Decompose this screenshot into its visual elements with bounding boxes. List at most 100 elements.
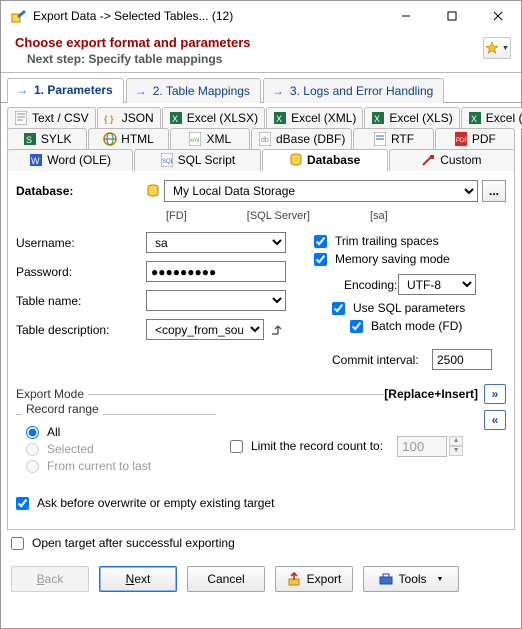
html-icon (103, 132, 117, 146)
export-mode-title: Export Mode (16, 387, 84, 401)
svg-text:xml: xml (190, 138, 199, 144)
format-tab-dbase[interactable]: db dBase (DBF) (251, 128, 352, 150)
wizard-tab-label: 3. Logs and Error Handling (290, 84, 433, 98)
format-tab-xml[interactable]: xml XML (170, 128, 250, 150)
database-icon (289, 153, 303, 167)
checkbox-label: Limit the record count to: (251, 439, 383, 453)
spinner: ▲ ▼ (449, 436, 463, 456)
arrow-right-icon: → (16, 83, 28, 97)
db-driver-label: [FD] (166, 210, 187, 222)
trim-spaces-checkbox[interactable]: Trim trailing spaces (314, 234, 506, 248)
db-user-label: [sa] (370, 210, 388, 222)
format-tab-xlsx[interactable]: XExcel (XLSX) (162, 107, 265, 129)
excel-icon: X (273, 111, 287, 125)
range-fromcurrent-radio[interactable]: From current to last (26, 459, 210, 473)
format-tab-textcsv[interactable]: Text / CSV (7, 107, 96, 129)
wizard-tab-logs[interactable]: → 3. Logs and Error Handling (263, 78, 444, 103)
range-selected-radio[interactable]: Selected (26, 442, 210, 456)
revert-icon[interactable] (268, 323, 282, 337)
checkbox-label: Open target after successful exporting (32, 536, 235, 550)
divider (88, 394, 384, 395)
close-button[interactable] (475, 1, 521, 31)
password-input[interactable] (146, 261, 286, 282)
collapse-button[interactable]: « (484, 410, 506, 430)
format-label: Excel (XLSX) (187, 111, 258, 125)
record-range-title: Record range (22, 402, 103, 416)
format-tabs: Text / CSV { }JSON XExcel (XLSX) XExcel … (1, 103, 521, 530)
wizard-tab-parameters[interactable]: → 1. Parameters (7, 78, 124, 103)
pdf-icon: PDF (454, 132, 468, 146)
svg-text:X: X (471, 114, 477, 124)
svg-text:db: db (261, 137, 269, 144)
sylk-icon: S (23, 132, 37, 146)
svg-text:PDF: PDF (456, 138, 467, 144)
back-button: Back (11, 566, 89, 592)
limit-record-checkbox[interactable]: Limit the record count to: (230, 439, 383, 453)
tabledesc-label: Table description: (16, 323, 146, 337)
format-label: XML (206, 132, 231, 146)
button-label: Cancel (207, 572, 244, 586)
format-tab-excelxml[interactable]: XExcel (XML) (266, 107, 363, 129)
xml-icon: xml (188, 132, 202, 146)
checkbox-label: Use SQL parameters (353, 301, 465, 315)
tablename-label: Table name: (16, 294, 146, 308)
wizard-tab-label: 1. Parameters (34, 83, 113, 97)
cancel-button[interactable]: Cancel (187, 566, 265, 592)
memory-saving-checkbox[interactable]: Memory saving mode (314, 252, 506, 266)
svg-text:SQL: SQL (162, 159, 173, 165)
format-panel-database: Database: My Local Data Storage ... [FD]… (7, 170, 515, 530)
use-sql-params-checkbox[interactable]: Use SQL parameters (332, 301, 506, 315)
tablename-select[interactable] (146, 290, 286, 311)
range-all-radio[interactable]: All (26, 425, 210, 439)
json-icon: { } (104, 111, 118, 125)
spin-down-button[interactable]: ▼ (449, 446, 463, 456)
database-select[interactable]: My Local Data Storage (164, 180, 478, 202)
format-tab-custom[interactable]: Custom (389, 149, 515, 171)
format-label: Excel (XLS) (389, 111, 452, 125)
commit-interval-input[interactable] (432, 349, 492, 370)
format-label: dBase (DBF) (276, 132, 345, 146)
format-tab-pdf[interactable]: PDFPDF (435, 128, 515, 150)
batch-mode-checkbox[interactable]: Batch mode (FD) (350, 319, 506, 333)
sql-icon: SQL (160, 153, 174, 167)
minimize-button[interactable] (383, 1, 429, 31)
format-tab-excelole[interactable]: XExcel (OLE) (461, 107, 522, 129)
svg-text:S: S (26, 135, 32, 145)
ask-overwrite-checkbox[interactable]: Ask before overwrite or empty existing t… (16, 496, 506, 510)
next-button[interactable]: Next (99, 566, 177, 592)
format-tab-sqlscript[interactable]: SQL SQL Script (134, 149, 260, 171)
button-label: Export (307, 572, 342, 586)
tools-button[interactable]: Tools ▼ (363, 566, 459, 592)
spin-up-button[interactable]: ▲ (449, 436, 463, 446)
excel-icon: X (371, 111, 385, 125)
checkbox-label: Ask before overwrite or empty existing t… (37, 496, 274, 510)
svg-text:X: X (374, 114, 380, 124)
favorites-button[interactable]: ▼ (483, 37, 511, 59)
radio-label: Selected (47, 442, 94, 456)
format-tab-sylk[interactable]: SSYLK (7, 128, 87, 150)
commit-interval-label: Commit interval: (314, 353, 432, 367)
radio-label: From current to last (47, 459, 151, 473)
encoding-select[interactable]: UTF-8 (398, 274, 476, 295)
window-title: Export Data -> Selected Tables... (12) (33, 9, 233, 23)
format-tab-excelxls[interactable]: X Excel (XLS) (364, 107, 459, 129)
format-tab-rtf[interactable]: RTF (353, 128, 433, 150)
maximize-button[interactable] (429, 1, 475, 31)
header: Choose export format and parameters Next… (1, 31, 521, 73)
tabledesc-select[interactable]: <copy_from_source> (146, 319, 264, 340)
username-select[interactable]: sa (146, 232, 286, 253)
browse-button[interactable]: ... (482, 180, 506, 202)
format-tab-wordole[interactable]: W Word (OLE) (7, 149, 133, 171)
format-tab-html[interactable]: HTML (88, 128, 168, 150)
svg-text:W: W (31, 156, 40, 166)
expand-button[interactable]: » (484, 384, 506, 404)
open-after-checkbox[interactable]: Open target after successful exporting (1, 530, 521, 556)
format-tab-database[interactable]: Database (262, 149, 388, 171)
dbase-icon: db (258, 132, 272, 146)
wizard-tab-mappings[interactable]: → 2. Table Mappings (126, 78, 261, 103)
export-button[interactable]: Export (275, 566, 353, 592)
radio-label: All (47, 425, 60, 439)
format-label: Word (OLE) (47, 153, 111, 167)
format-tab-json[interactable]: { }JSON (97, 107, 161, 129)
format-label: SQL Script (178, 153, 236, 167)
